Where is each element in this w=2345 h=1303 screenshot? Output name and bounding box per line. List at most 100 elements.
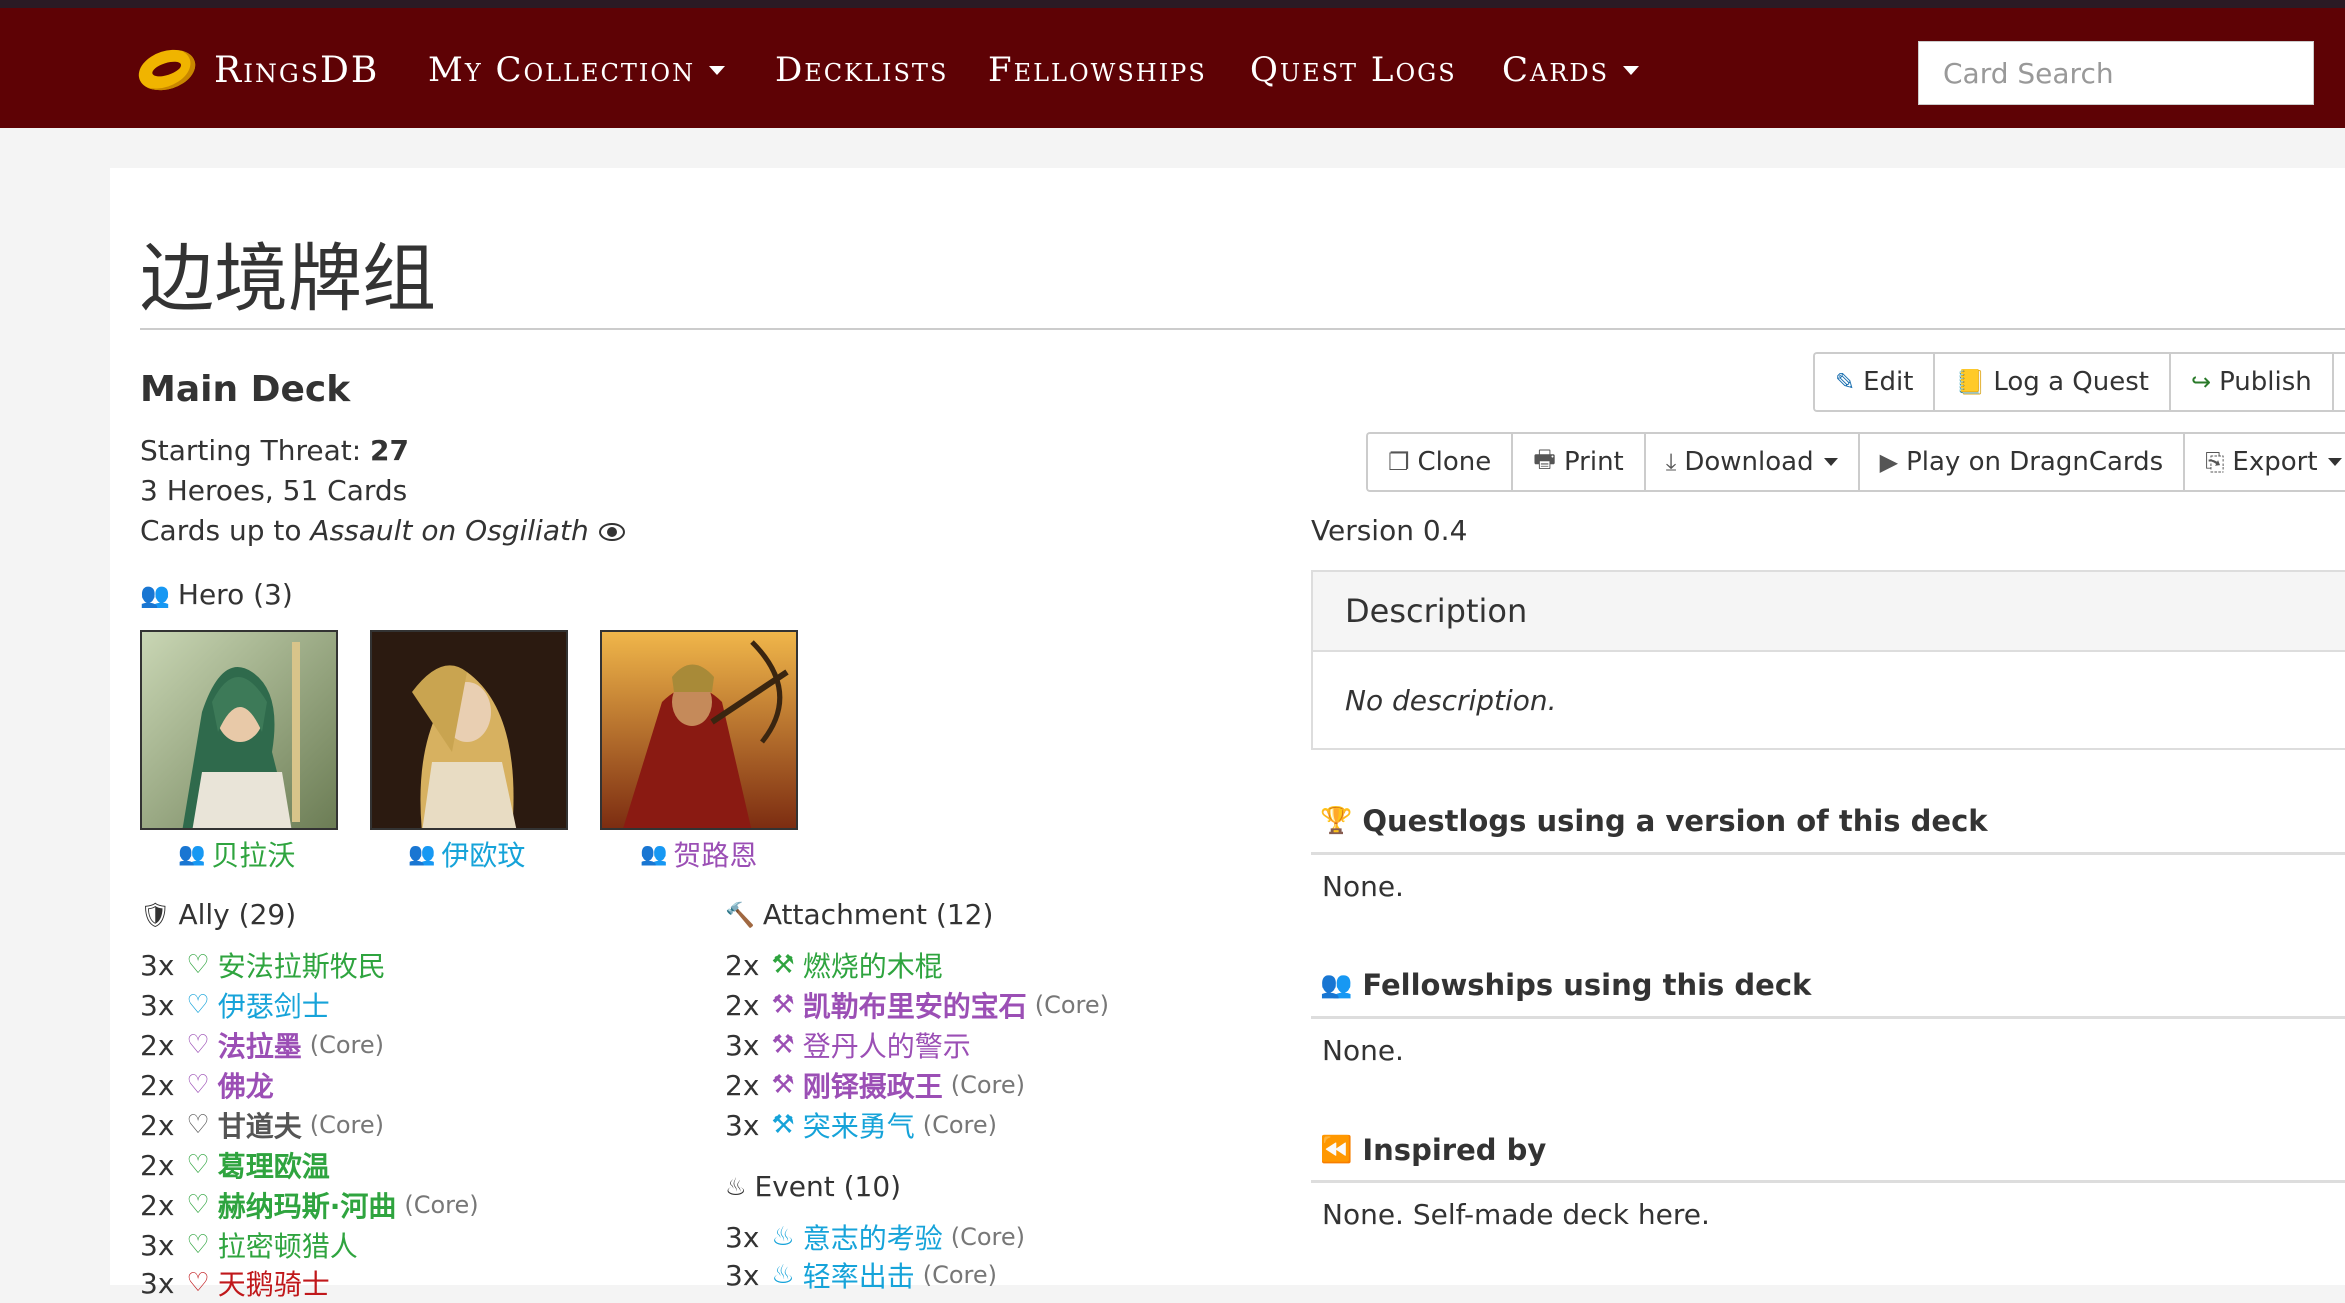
delete-button[interactable]: 🗑D (2333, 354, 2345, 410)
card-name-link[interactable]: 燃烧的木棍 (803, 945, 943, 985)
export-button[interactable]: ⎘ Export (2185, 434, 2345, 490)
publish-label: Publish (2219, 367, 2312, 397)
card-qty: 3x (140, 988, 175, 1022)
deck-counts: 3 Heroes, 51 Cards (140, 474, 408, 507)
publish-button[interactable]: ↪ Publish (2170, 354, 2334, 410)
neutral-sphere-icon: ♡ (186, 1110, 210, 1140)
card-name-link[interactable]: 登丹人的警示 (803, 1025, 971, 1065)
card-row: 3x ♨ 轻率出击 (Core) (725, 1255, 997, 1295)
nav-fellowships[interactable]: Fellowships (988, 40, 1207, 100)
main-deck-heading: Main Deck (140, 369, 351, 410)
copy-icon: ❐ (1388, 448, 1410, 476)
card-name-link[interactable]: 轻率出击 (803, 1255, 915, 1295)
description-body: No description. (1345, 684, 1557, 717)
card-name-link[interactable]: 甘道夫 (218, 1105, 302, 1145)
hero-portrait-belavor (142, 632, 336, 828)
log-quest-button[interactable]: 📒 Log a Quest (1935, 354, 2171, 410)
card-row: 2x ♡ 佛龙 (140, 1065, 274, 1105)
hero-card-image[interactable] (600, 630, 798, 830)
card-name-link[interactable]: 安法拉斯牧民 (218, 945, 386, 985)
hero-card-image[interactable] (370, 630, 568, 830)
card-name-link[interactable]: 天鹅骑士 (218, 1263, 330, 1303)
card-row: 2x ♡ 葛理欧温 (140, 1145, 330, 1185)
card-set: (Core) (950, 1223, 1025, 1251)
nav-my-collection[interactable]: My Collection (428, 40, 726, 100)
eye-icon[interactable] (598, 523, 625, 541)
download-button[interactable]: ⤓ Download (1645, 434, 1860, 490)
print-icon: 🖶 (1533, 444, 1556, 473)
hero-name-label: 贝拉沃 (211, 839, 296, 872)
card-qty: 2x (140, 1108, 175, 1142)
nav-decklists-label: Decklists (775, 50, 949, 90)
leadership-sphere-icon: ⚒ (771, 990, 795, 1020)
card-qty: 2x (725, 988, 760, 1022)
card-row: 3x ⚒ 登丹人的警示 (725, 1025, 971, 1065)
hero-link[interactable]: 👥 伊欧玟 (408, 834, 525, 874)
navbar: RingsDB My Collection Decklists Fellowsh… (0, 8, 2345, 128)
event-section-label: Event (10) (754, 1170, 902, 1203)
clone-button[interactable]: ❐ Clone (1368, 434, 1514, 490)
card-name-link[interactable]: 法拉墨 (218, 1025, 302, 1065)
caret-down-icon (709, 65, 726, 75)
hero-card-image[interactable] (140, 630, 338, 830)
lore-sphere-icon: ♡ (186, 1190, 210, 1220)
card-set: (Core) (950, 1071, 1025, 1099)
nav-quest-logs-label: Quest Logs (1250, 50, 1457, 90)
brand-link[interactable]: RingsDB (133, 40, 379, 100)
card-name-link[interactable]: 意志的考验 (803, 1217, 943, 1257)
hero-section-heading: 👥 Hero (3) (140, 578, 293, 611)
window-top-strip (0, 0, 2345, 8)
caret-down-icon (2327, 458, 2342, 466)
nav-cards[interactable]: Cards (1502, 40, 1640, 100)
deck-title: 边境牌组 (140, 236, 436, 322)
hero-name-label: 伊欧玟 (441, 839, 526, 872)
card-name-link[interactable]: 凯勒布里安的宝石 (803, 985, 1027, 1025)
caret-down-icon (1623, 65, 1640, 75)
share-icon: ↪ (2190, 368, 2212, 396)
deck-version: Version 0.4 (1311, 514, 1468, 547)
questlogs-heading: 🏆 Questlogs using a version of this deck (1320, 804, 1988, 838)
lore-sphere-icon: ♡ (186, 1230, 210, 1260)
card-name-link[interactable]: 伊瑟剑士 (218, 985, 330, 1025)
card-name-link[interactable]: 赫纳玛斯·河曲 (218, 1185, 397, 1225)
nav-quest-logs[interactable]: Quest Logs (1250, 40, 1457, 100)
print-button[interactable]: 🖶 Print (1513, 434, 1646, 490)
card-set: (Core) (309, 1111, 384, 1139)
card-name-link[interactable]: 葛理欧温 (218, 1145, 330, 1185)
event-section-heading: ♨ Event (10) (725, 1170, 901, 1203)
card-row: 3x ♡ 安法拉斯牧民 (140, 945, 386, 985)
title-divider (140, 328, 2345, 330)
inspired-heading: ⏪ Inspired by (1320, 1133, 1546, 1167)
hero-link[interactable]: 👥 贺路恩 (640, 834, 757, 874)
hero-link[interactable]: 👥 贝拉沃 (178, 834, 295, 874)
card-qty: 2x (140, 1148, 175, 1182)
card-row: 2x ♡ 赫纳玛斯·河曲 (Core) (140, 1185, 479, 1225)
shield-icon: 🛡 (140, 900, 171, 929)
lore-sphere-icon: ⚒ (771, 950, 795, 980)
card-set: (Core) (404, 1191, 479, 1219)
ally-section-heading: 🛡 Ally (29) (140, 898, 296, 931)
card-search-input[interactable]: Card Search (1918, 41, 2314, 105)
edit-button[interactable]: ✎ Edit (1815, 354, 1936, 410)
spirit-sphere-icon: ♨ (771, 1222, 795, 1252)
play-dragncards-button[interactable]: ▶ Play on DragnCards (1859, 434, 2186, 490)
card-name-link[interactable]: 突来勇气 (803, 1105, 915, 1145)
card-name-link[interactable]: 拉密顿猎人 (218, 1225, 358, 1265)
deck-actions-row2: ❐ Clone 🖶 Print ⤓ Download ▶ Play on DragnCa… (1366, 432, 2345, 492)
nav-fellowships-label: Fellowships (988, 50, 1207, 90)
card-row: 3x ♡ 伊瑟剑士 (140, 985, 330, 1025)
inspired-divider (1311, 1180, 2345, 1183)
hero-name-label: 贺路恩 (673, 839, 758, 872)
nav-decklists[interactable]: Decklists (775, 40, 948, 100)
book-icon: 📒 (1955, 368, 1986, 396)
ring-logo-icon (133, 42, 201, 98)
card-row: 3x ⚒ 突来勇气 (Core) (725, 1105, 997, 1145)
hero-icon: 👥 (178, 841, 206, 867)
download-icon: ⤓ (1665, 448, 1677, 476)
pencil-icon: ✎ (1835, 368, 1856, 396)
card-name-link[interactable]: 刚铎摄政王 (803, 1065, 943, 1105)
users-icon: 👥 (1320, 970, 1353, 1000)
card-name-link[interactable]: 佛龙 (218, 1065, 274, 1105)
fellowships-heading-label: Fellowships using this deck (1362, 968, 1812, 1002)
ally-section-label: Ally (29) (178, 898, 297, 931)
